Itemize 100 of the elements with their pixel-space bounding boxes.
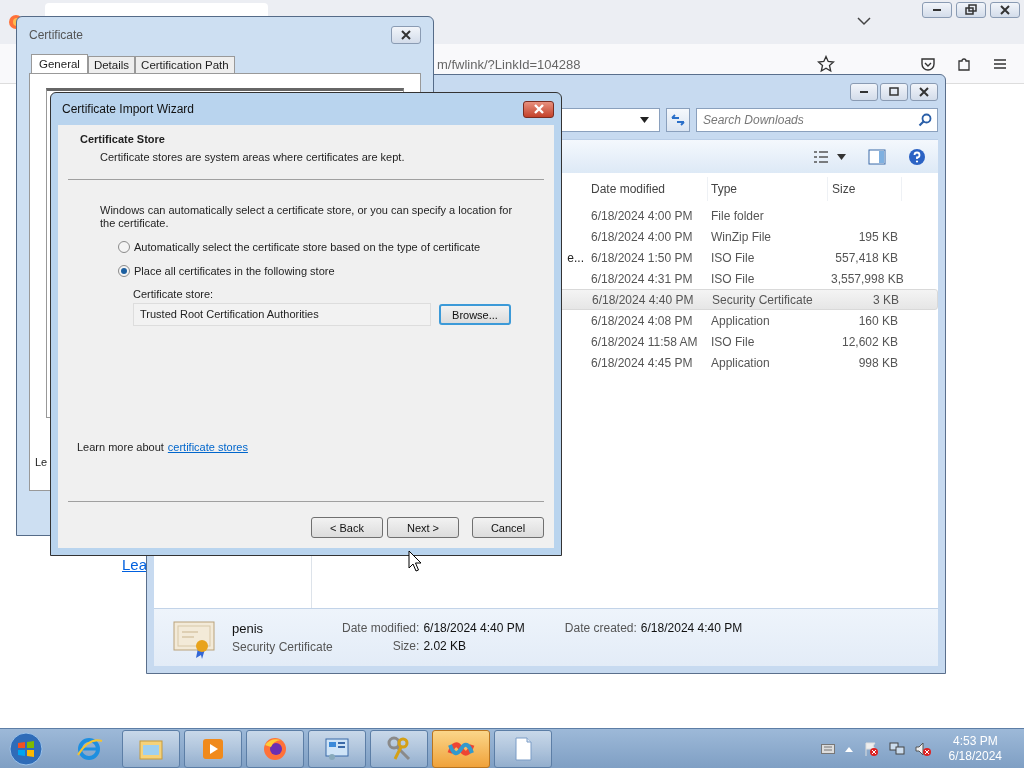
speaker-icon[interactable]: [914, 740, 931, 757]
refresh-button[interactable]: [666, 108, 690, 132]
close-button[interactable]: [990, 2, 1020, 18]
column-header[interactable]: Type: [708, 177, 828, 201]
column-header[interactable]: Date modified: [588, 177, 708, 201]
tab[interactable]: Details: [87, 56, 136, 73]
taskbar-button[interactable]: [494, 729, 552, 768]
close-icon: [998, 3, 1012, 17]
type-cell-text: WinZip File: [710, 229, 772, 244]
minimize-button[interactable]: [850, 83, 878, 101]
cursor-icon: [408, 550, 422, 572]
keys-icon: [385, 734, 413, 763]
option-label[interactable]: Automatically select the certificate store based on the type of certificate: [134, 241, 481, 253]
field-value: 6/18/2024 4:40 PM: [423, 620, 525, 635]
page-heading: Certificate Store: [80, 133, 166, 145]
date-cell-text: 6/18/2024 11:58 AM: [590, 334, 699, 349]
text: Learn more about: [77, 441, 164, 453]
type-cell-text: Security Certificate: [711, 292, 814, 307]
keyboard-icon[interactable]: [820, 743, 835, 754]
date-cell-text: 6/18/2024 4:00 PM: [590, 208, 694, 223]
date-cell-text: 6/18/2024 4:40 PM: [591, 292, 695, 307]
tab[interactable]: Certification Path: [135, 56, 235, 73]
view-options-icon[interactable]: [813, 149, 829, 164]
text: Le: [35, 456, 48, 468]
help-icon[interactable]: [908, 147, 926, 166]
file-name: penis: [232, 621, 265, 636]
radio-button[interactable]: [118, 265, 130, 277]
field-value: 2.02 KB: [423, 638, 468, 653]
radio-button[interactable]: [118, 241, 130, 253]
type-cell-text: Application: [710, 355, 771, 370]
date-cell-text: 6/18/2024 4:08 PM: [590, 313, 694, 328]
close-button[interactable]: [391, 26, 421, 44]
close-button[interactable]: [910, 83, 938, 101]
menu-icon[interactable]: [993, 58, 1007, 70]
size-cell-text: 12,602 KB: [840, 334, 899, 349]
start-button[interactable]: [8, 730, 44, 767]
page-subtitle: Certificate stores are system areas where certificates are kept.: [100, 151, 406, 163]
wizard-button[interactable]: < Back: [311, 517, 383, 538]
field-label: Certificate store:: [133, 288, 215, 300]
taskbar-button[interactable]: [370, 729, 428, 768]
size-cell-text: 160 KB: [857, 313, 899, 328]
date-cell-text: 6/18/2024 1:50 PM: [590, 250, 694, 265]
flag-icon[interactable]: [862, 740, 879, 757]
puzzle-icon[interactable]: [956, 56, 972, 72]
window-title: Certificate: [29, 28, 84, 42]
dropdown-arrow-icon[interactable]: [837, 153, 846, 160]
browse-button[interactable]: Browse...: [439, 304, 511, 325]
size-cell-text: 3 KB: [872, 292, 900, 307]
type-cell-text: ISO File: [710, 271, 756, 286]
address-text[interactable]: m/fwlink/?LinkId=104288: [437, 57, 581, 72]
store-field[interactable]: Trusted Root Certification Authorities: [133, 303, 431, 326]
taskbar-button[interactable]: [432, 729, 490, 768]
date-cell-text: 6/18/2024 4:45 PM: [590, 355, 694, 370]
minimize-button[interactable]: [922, 2, 952, 18]
size-cell-text: 998 KB: [857, 355, 899, 370]
close-icon: [917, 85, 931, 99]
date-cell-text: 6/18/2024 4:00 PM: [590, 229, 694, 244]
minimize-icon: [860, 91, 868, 93]
description-text: Windows can automatically select a certificate store, or you can specify a location for the certificate.: [100, 204, 514, 230]
type-cell-text: ISO File: [710, 250, 756, 265]
network-icon[interactable]: [888, 740, 905, 757]
size-cell-text: 557,418 KB: [834, 250, 899, 265]
wizard-button[interactable]: Cancel: [472, 517, 544, 538]
tab[interactable]: General: [31, 54, 88, 74]
type-cell-text: ISO File: [710, 334, 756, 349]
column-header[interactable]: Size: [828, 177, 902, 201]
search-field[interactable]: Search Downloads: [696, 108, 938, 132]
taskbar-button[interactable]: [308, 729, 366, 768]
size-cell-text: 195 KB: [857, 229, 899, 244]
field-label: Date created:: [564, 620, 637, 635]
field-value: 6/18/2024 4:40 PM: [640, 620, 743, 635]
window-title: Certificate Import Wizard: [62, 102, 195, 116]
close-icon: [531, 103, 546, 115]
field-label: Date modified:: [342, 620, 420, 635]
maximize-icon: [887, 85, 901, 99]
file-name: e...: [566, 250, 585, 265]
pocket-icon[interactable]: [920, 56, 936, 72]
taskbar-button[interactable]: [122, 729, 180, 768]
link[interactable]: certificate stores: [167, 441, 248, 453]
restore-icon: [964, 3, 978, 17]
refresh-icon: [670, 113, 686, 127]
taskbar-button[interactable]: [184, 729, 242, 768]
type-cell-text: Application: [710, 313, 771, 328]
taskbar-button[interactable]: [246, 729, 304, 768]
chevron-icon[interactable]: [857, 16, 871, 26]
maximize-button[interactable]: [880, 83, 908, 101]
wizard-button[interactable]: Next >: [387, 517, 459, 538]
minimize-icon: [933, 9, 941, 11]
type-cell-text: File folder: [710, 208, 765, 223]
search-icon[interactable]: [918, 113, 932, 127]
restore-button[interactable]: [956, 2, 986, 18]
field-label: Size:: [391, 638, 420, 653]
star-icon[interactable]: [817, 55, 835, 73]
close-button[interactable]: [523, 100, 554, 118]
link[interactable]: Lea: [122, 556, 148, 573]
size-cell-text: 3,557,998 KB: [830, 271, 902, 286]
date-cell-text: 6/18/2024 4:31 PM: [590, 271, 694, 286]
dropdown-arrow-icon: [640, 117, 649, 123]
close-icon: [399, 28, 413, 42]
option-label[interactable]: Place all certificates in the following store: [134, 265, 335, 277]
